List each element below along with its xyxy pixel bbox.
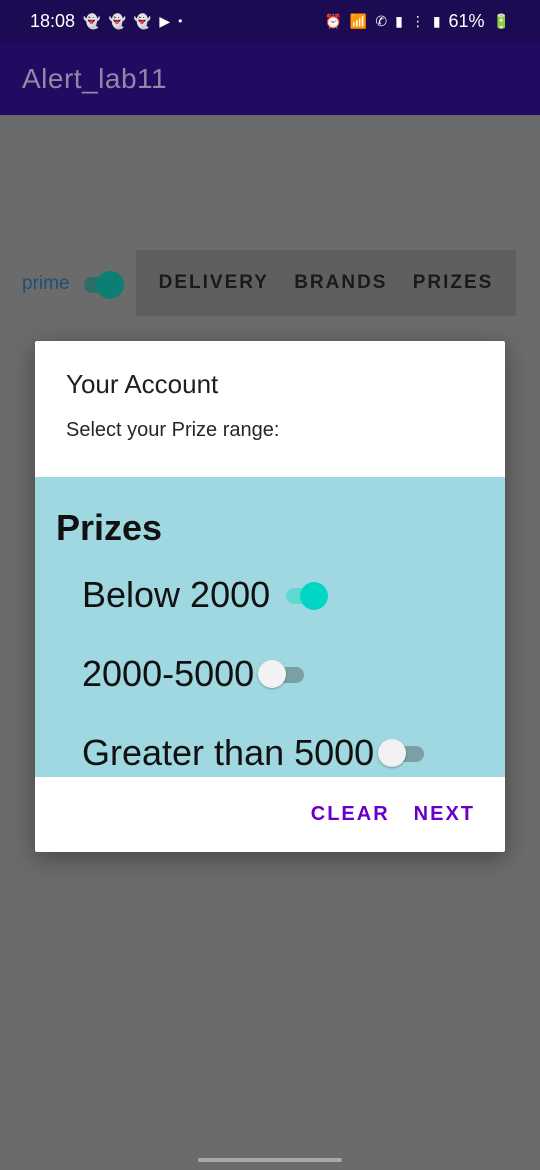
switch-thumb	[258, 660, 287, 688]
below-2000-switch[interactable]	[284, 580, 329, 610]
option-label: 2000-5000	[82, 653, 255, 694]
status-time: 18:08	[30, 10, 76, 31]
dialog-message: Select your Prize range:	[66, 419, 280, 441]
signal-icon: ▮	[432, 13, 441, 29]
home-indicator[interactable]	[198, 1158, 342, 1162]
status-bar: 18:08 👻 👻 👻 ▶ • ⏰ 📶 ✆ ▮ ⋮ ▮ 61% 🔋	[0, 0, 540, 42]
option-below-2000: Below 2000	[82, 574, 329, 616]
tab-brands[interactable]: BRANDS	[294, 272, 387, 294]
prime-label: prime	[22, 273, 70, 294]
prime-toggle-row: prime	[22, 248, 126, 320]
alert-dialog: Your Account Select your Prize range: Pr…	[35, 341, 505, 852]
switch-thumb	[378, 739, 407, 767]
dialog-custom-view: Prizes Below 2000 2000-5000 Greater than…	[35, 477, 505, 777]
tab-delivery[interactable]: DELIVERY	[159, 272, 269, 294]
call-icon: ✆	[375, 13, 388, 29]
battery-percentage: 61%	[448, 10, 485, 31]
volte-icon: ⋮	[410, 13, 425, 29]
snapchat-icon: 👻	[108, 13, 126, 29]
battery-icon: 🔋	[492, 13, 510, 29]
switch-thumb	[300, 582, 329, 610]
prime-switch[interactable]	[82, 270, 126, 299]
clear-button[interactable]: CLEAR	[311, 803, 390, 826]
dialog-actions: CLEAR NEXT	[35, 777, 505, 852]
app-bar: Alert_lab11	[0, 42, 540, 115]
app-title: Alert_lab11	[22, 62, 168, 94]
2000-5000-switch[interactable]	[258, 659, 306, 689]
next-button[interactable]: NEXT	[414, 803, 475, 826]
prime-switch-thumb	[95, 271, 124, 299]
option-2000-5000: 2000-5000	[82, 653, 306, 695]
status-bar-left: 18:08 👻 👻 👻 ▶ •	[30, 11, 182, 32]
snapchat-icon: 👻	[83, 13, 101, 29]
prizes-heading: Prizes	[56, 507, 163, 548]
option-greater-5000: Greater than 5000	[82, 732, 426, 774]
snapchat-icon: 👻	[133, 13, 152, 29]
tab-prizes[interactable]: PRIZES	[413, 272, 494, 294]
tab-bar: DELIVERY BRANDS PRIZES	[136, 250, 516, 316]
dialog-title: Your Account	[66, 369, 219, 399]
notification-dot: •	[178, 14, 183, 28]
option-label: Greater than 5000	[82, 732, 375, 773]
status-bar-right: ⏰ 📶 ✆ ▮ ⋮ ▮ 61% 🔋	[324, 11, 510, 32]
youtube-icon: ▶	[159, 13, 171, 29]
signal-icon: ▮	[395, 13, 403, 29]
greater-5000-switch[interactable]	[378, 738, 426, 768]
alarm-icon: ⏰	[324, 13, 342, 29]
wifi-icon: 📶	[349, 13, 368, 29]
option-label: Below 2000	[82, 574, 271, 615]
